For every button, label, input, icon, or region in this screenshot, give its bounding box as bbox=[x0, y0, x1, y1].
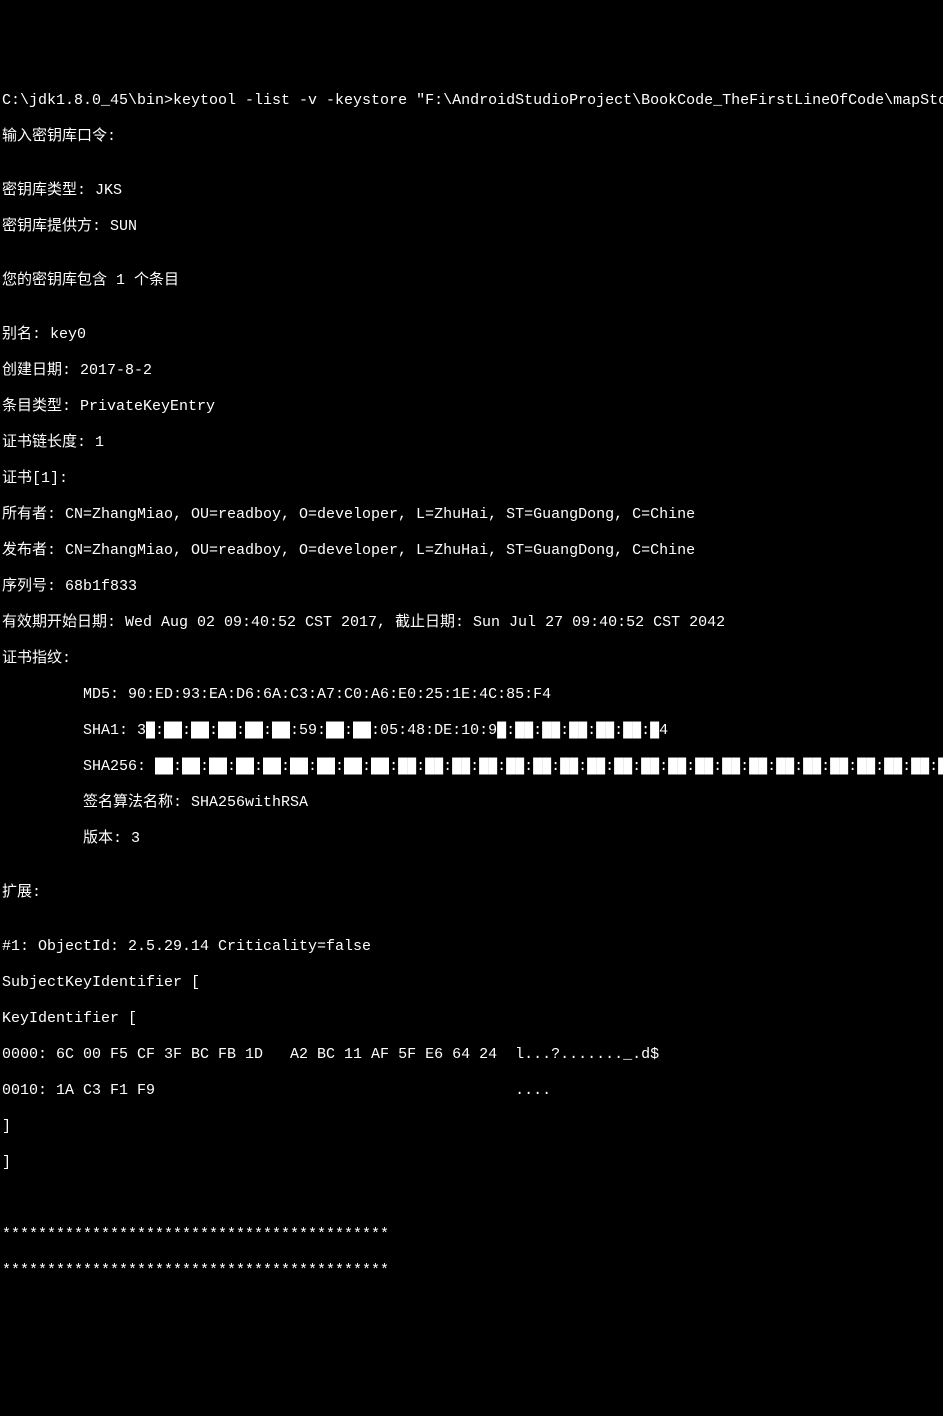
keystore-type: 密钥库类型: JKS bbox=[2, 182, 941, 200]
version: 版本: 3 bbox=[2, 830, 941, 848]
entry-type: 条目类型: PrivateKeyEntry bbox=[2, 398, 941, 416]
subject-key-identifier: SubjectKeyIdentifier [ bbox=[2, 974, 941, 992]
redaction-overlay bbox=[2, 1334, 20, 1416]
md5-fingerprint: MD5: 90:ED:93:EA:D6:6A:C3:A7:C0:A6:E0:25… bbox=[2, 686, 941, 704]
cert-chain-length: 证书链长度: 1 bbox=[2, 434, 941, 452]
separator: ****************************************… bbox=[2, 1262, 941, 1280]
bracket-close: ] bbox=[2, 1154, 941, 1172]
extensions-header: 扩展: bbox=[2, 884, 941, 902]
certificate-index: 证书[1]: bbox=[2, 470, 941, 488]
keystore-entry-count: 您的密钥库包含 1 个条目 bbox=[2, 272, 941, 290]
sha256-fingerprint: SHA256: ██:██:██:██:██:██:██:██:██:██:██… bbox=[2, 758, 941, 776]
key-identifier: KeyIdentifier [ bbox=[2, 1010, 941, 1028]
alias: 别名: key0 bbox=[2, 326, 941, 344]
creation-date: 创建日期: 2017-8-2 bbox=[2, 362, 941, 380]
signature-algorithm: 签名算法名称: SHA256withRSA bbox=[2, 794, 941, 812]
serial-number: 序列号: 68b1f833 bbox=[2, 578, 941, 596]
command-line[interactable]: C:\jdk1.8.0_45\bin>keytool -list -v -key… bbox=[2, 92, 941, 110]
object-id: #1: ObjectId: 2.5.29.14 Criticality=fals… bbox=[2, 938, 941, 956]
validity-period: 有效期开始日期: Wed Aug 02 09:40:52 CST 2017, 截… bbox=[2, 614, 941, 632]
fingerprints-header: 证书指纹: bbox=[2, 650, 941, 668]
separator: ****************************************… bbox=[2, 1226, 941, 1244]
issuer: 发布者: CN=ZhangMiao, OU=readboy, O=develop… bbox=[2, 542, 941, 560]
hex-dump-row-0: 0000: 6C 00 F5 CF 3F BC FB 1D A2 BC 11 A… bbox=[2, 1046, 941, 1064]
password-prompt: 输入密钥库口令: bbox=[2, 128, 941, 146]
bracket-close: ] bbox=[2, 1118, 941, 1136]
keystore-provider: 密钥库提供方: SUN bbox=[2, 218, 941, 236]
terminal-output: C:\jdk1.8.0_45\bin>keytool -list -v -key… bbox=[2, 74, 941, 1298]
sha1-fingerprint: SHA1: 3█:██:██:██:██:██:59:██:██:05:48:D… bbox=[2, 722, 941, 740]
owner: 所有者: CN=ZhangMiao, OU=readboy, O=develop… bbox=[2, 506, 941, 524]
hex-dump-row-1: 0010: 1A C3 F1 F9 .... bbox=[2, 1082, 941, 1100]
